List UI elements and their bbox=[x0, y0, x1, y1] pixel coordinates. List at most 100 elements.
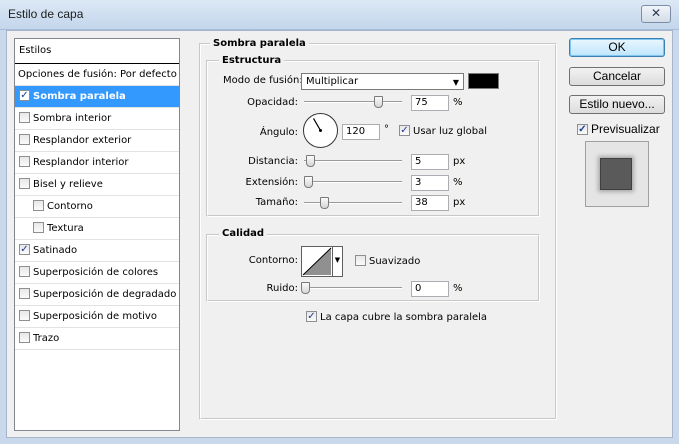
style-checkbox[interactable] bbox=[19, 288, 30, 299]
preview-label: Previsualizar bbox=[591, 122, 660, 136]
styles-list-items: Opciones de fusión: Por defecto Sombra pa… bbox=[15, 64, 179, 350]
style-list-item-label: Superposición de degradado bbox=[33, 289, 177, 300]
style-preview-swatch bbox=[600, 158, 632, 190]
opacity-slider-track[interactable] bbox=[304, 101, 402, 103]
angle-unit: ° bbox=[384, 124, 389, 135]
ok-button[interactable]: OK bbox=[569, 38, 665, 57]
style-preview bbox=[585, 141, 649, 207]
style-checkbox[interactable] bbox=[19, 90, 30, 101]
style-list-item-label: Sombra paralela bbox=[33, 91, 126, 102]
spread-label: Extensión: bbox=[245, 177, 298, 188]
noise-slider-track[interactable] bbox=[304, 287, 402, 289]
chevron-down-icon: ▼ bbox=[334, 256, 341, 264]
spread-slider-track[interactable] bbox=[304, 181, 402, 183]
contour-picker[interactable]: ▼ bbox=[301, 246, 343, 277]
style-checkbox[interactable] bbox=[19, 332, 30, 343]
preview-checkbox-row[interactable]: Previsualizar bbox=[577, 122, 660, 136]
noise-unit: % bbox=[453, 283, 463, 294]
size-label: Tamaño: bbox=[255, 197, 298, 208]
style-checkbox[interactable] bbox=[33, 200, 44, 211]
close-button[interactable]: ✕ bbox=[641, 5, 671, 23]
style-list-item-label: Superposición de colores bbox=[33, 267, 159, 278]
style-list-item-label: Trazo bbox=[33, 333, 60, 344]
style-list-item-label: Contorno bbox=[47, 201, 93, 212]
knockout-label: La capa cubre la sombra paralela bbox=[320, 312, 488, 323]
blend-mode-select[interactable]: Multiplicar ▼ bbox=[301, 73, 464, 90]
style-list-item-label: Resplandor exterior bbox=[33, 135, 132, 146]
drop-shadow-title: Sombra paralela bbox=[210, 38, 309, 49]
title-bar: Estilo de capa ✕ bbox=[0, 0, 679, 30]
shadow-color-swatch[interactable] bbox=[468, 73, 499, 89]
style-list-item-label: Superposición de motivo bbox=[33, 311, 157, 322]
styles-list-header[interactable]: Estilos bbox=[15, 39, 179, 64]
global-light-checkbox[interactable] bbox=[399, 125, 410, 136]
style-list-item-label: Sombra interior bbox=[33, 113, 112, 124]
style-list-item-label: Opciones de fusión: Por defecto bbox=[18, 69, 177, 80]
antialias-checkbox[interactable] bbox=[355, 255, 366, 266]
style-checkbox[interactable] bbox=[19, 134, 30, 145]
distance-unit: px bbox=[453, 156, 466, 167]
opacity-unit: % bbox=[453, 97, 463, 108]
spread-unit: % bbox=[453, 177, 463, 188]
style-checkbox[interactable] bbox=[19, 310, 30, 321]
style-list-item[interactable]: Trazo bbox=[15, 328, 179, 350]
size-slider-thumb[interactable] bbox=[320, 197, 329, 209]
antialias-checkbox-row[interactable]: Suavizado bbox=[355, 255, 420, 267]
style-list-item[interactable]: Superposición de colores bbox=[15, 262, 179, 284]
style-list-item[interactable]: Sombra paralela bbox=[15, 86, 179, 108]
opacity-input[interactable]: 75 bbox=[411, 95, 449, 111]
style-checkbox[interactable] bbox=[19, 156, 30, 167]
antialias-label: Suavizado bbox=[369, 256, 421, 267]
cancel-button[interactable]: Cancelar bbox=[569, 67, 665, 86]
styles-list: Estilos Opciones de fusión: Por defecto S… bbox=[14, 38, 180, 431]
size-slider-track[interactable] bbox=[304, 202, 402, 204]
close-icon: ✕ bbox=[650, 6, 662, 20]
style-checkbox[interactable] bbox=[19, 178, 30, 189]
window-title: Estilo de capa bbox=[8, 7, 84, 21]
spread-slider-thumb[interactable] bbox=[304, 176, 313, 188]
style-list-item-label: Bisel y relieve bbox=[33, 179, 103, 190]
contour-label: Contorno: bbox=[248, 255, 298, 266]
angle-input[interactable]: 120 bbox=[342, 124, 380, 140]
style-list-item[interactable]: Contorno bbox=[15, 196, 179, 218]
contour-dropdown-button[interactable]: ▼ bbox=[332, 247, 342, 276]
style-list-item[interactable]: Sombra interior bbox=[15, 108, 179, 130]
size-input[interactable]: 38 bbox=[411, 195, 449, 211]
size-unit: px bbox=[453, 197, 466, 208]
style-list-item-label: Satinado bbox=[33, 245, 78, 256]
style-list-item[interactable]: Satinado bbox=[15, 240, 179, 262]
style-list-item[interactable]: Resplandor interior bbox=[15, 152, 179, 174]
knockout-checkbox-row[interactable]: La capa cubre la sombra paralela bbox=[306, 311, 487, 323]
quality-legend: Calidad bbox=[219, 228, 268, 239]
opacity-slider-thumb[interactable] bbox=[373, 96, 383, 108]
distance-input[interactable]: 5 bbox=[411, 154, 449, 170]
style-list-item[interactable]: Bisel y relieve bbox=[15, 174, 179, 196]
global-light-checkbox-row[interactable]: Usar luz global bbox=[399, 125, 487, 137]
style-list-item[interactable]: Superposición de motivo bbox=[15, 306, 179, 328]
style-checkbox[interactable] bbox=[19, 266, 30, 277]
angle-dial[interactable] bbox=[303, 113, 338, 148]
knockout-checkbox[interactable] bbox=[306, 311, 317, 322]
style-checkbox[interactable] bbox=[19, 244, 30, 255]
style-list-item-label: Resplandor interior bbox=[33, 157, 129, 168]
global-light-label: Usar luz global bbox=[413, 126, 487, 137]
angle-label: Ángulo: bbox=[259, 127, 298, 138]
style-list-item[interactable]: Opciones de fusión: Por defecto bbox=[15, 64, 179, 86]
noise-slider-thumb[interactable] bbox=[301, 282, 310, 294]
distance-slider-thumb[interactable] bbox=[306, 155, 315, 167]
style-list-item[interactable]: Textura bbox=[15, 218, 179, 240]
noise-label: Ruido: bbox=[266, 283, 298, 294]
style-list-item[interactable]: Superposición de degradado bbox=[15, 284, 179, 306]
spread-input[interactable]: 3 bbox=[411, 175, 449, 191]
new-style-button[interactable]: Estilo nuevo... bbox=[569, 95, 665, 114]
noise-input[interactable]: 0 bbox=[411, 281, 449, 297]
distance-slider-track[interactable] bbox=[304, 160, 402, 162]
style-checkbox[interactable] bbox=[19, 112, 30, 123]
distance-label: Distancia: bbox=[248, 156, 298, 167]
structure-legend: Estructura bbox=[219, 55, 285, 66]
contour-curve-icon bbox=[302, 247, 332, 276]
style-checkbox[interactable] bbox=[33, 222, 44, 233]
blend-mode-label: Modo de fusión: bbox=[223, 75, 303, 86]
style-list-item[interactable]: Resplandor exterior bbox=[15, 130, 179, 152]
preview-checkbox[interactable] bbox=[577, 124, 588, 135]
